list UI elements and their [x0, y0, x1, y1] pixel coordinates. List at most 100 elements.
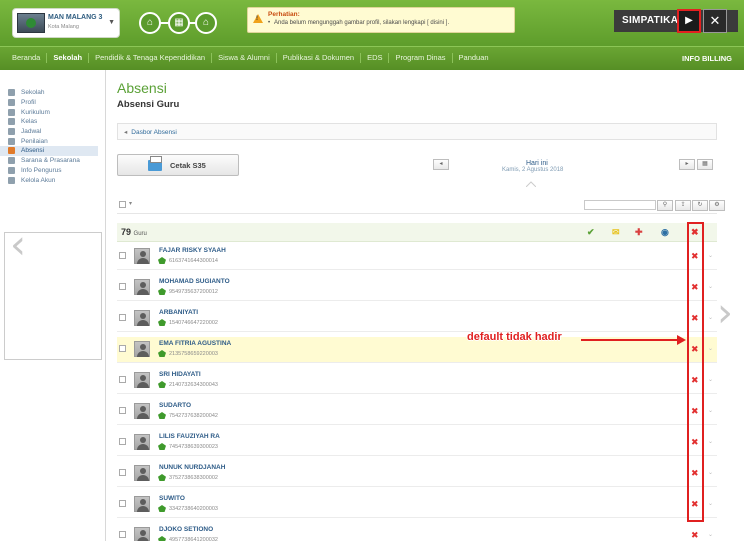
chevron-down-icon[interactable]: ⌄ — [708, 500, 713, 507]
school-city: Kota Malang — [48, 24, 79, 30]
sidebar-item-sekolah[interactable]: Sekolah — [8, 88, 98, 98]
teacher-name[interactable]: FAJAR RISKY SYAAH — [159, 247, 226, 254]
sidebar-item-penilaian[interactable]: Penilaian — [8, 136, 98, 146]
row-checkbox[interactable] — [119, 252, 126, 259]
search-input[interactable] — [584, 200, 656, 210]
sidebar-item-profil[interactable]: Profil — [8, 98, 98, 108]
chevron-down-icon[interactable]: ⌄ — [708, 376, 713, 383]
school-icon[interactable]: ⌂ — [139, 12, 161, 34]
teacher-name[interactable]: ARBANIYATI — [159, 309, 198, 316]
permission-icon[interactable]: ✉ — [612, 227, 620, 238]
nav-item-siswa[interactable]: Siswa & Alumni — [212, 53, 277, 63]
sidebar-item-kurikulum[interactable]: Kurikulum — [8, 107, 98, 117]
chevron-down-icon[interactable]: ⌄ — [708, 438, 713, 445]
teacher-name[interactable]: EMA FITRIA AGUSTINA — [159, 340, 231, 347]
chevron-right-icon[interactable]: › — [717, 290, 733, 336]
nav-item-program-dinas[interactable]: Program Dinas — [389, 53, 453, 63]
teacher-row[interactable]: MOHAMAD SUGIANTO 9549735637200012 ✖ ⌄ — [117, 275, 717, 301]
building-icon — [8, 157, 15, 165]
row-checkbox[interactable] — [119, 314, 126, 321]
search-icon[interactable]: ⚲ — [657, 200, 673, 211]
calendar-icon[interactable]: ▦ — [697, 159, 713, 170]
teacher-nip: 1540746647220002 — [169, 320, 218, 326]
info-billing-link[interactable]: INFO BILLING — [682, 54, 732, 63]
alert-message[interactable]: Anda belum mengunggah gambar profil, sil… — [268, 20, 449, 26]
page-subtitle: Absensi Guru — [117, 99, 180, 110]
teacher-row[interactable]: SUDARTO 7542737638200042 ✖ ⌄ — [117, 399, 717, 425]
teacher-row[interactable]: NUNUK NURDJANAH 3752738638300002 ✖ ⌄ — [117, 461, 717, 487]
teacher-row[interactable]: SRI HIDAYATI 2140732634300043 ✖ ⌄ — [117, 368, 717, 394]
chevron-down-icon[interactable]: ⌄ — [708, 345, 713, 352]
chevron-down-icon[interactable]: ⌄ — [708, 283, 713, 290]
next-day-button[interactable]: ▸ — [679, 159, 695, 170]
chevron-down-icon[interactable]: ▾ — [129, 200, 132, 207]
nav-item-publikasi[interactable]: Publikasi & Dokumen — [277, 53, 362, 63]
nav-item-eds[interactable]: EDS — [361, 53, 390, 63]
chevron-down-icon[interactable]: ⌄ — [708, 407, 713, 414]
teacher-name[interactable]: SUWITO — [159, 495, 185, 502]
chevron-left-icon[interactable]: ‹ — [10, 222, 26, 268]
sidebar-item-sarana[interactable]: Sarana & Prasarana — [8, 156, 98, 166]
row-checkbox[interactable] — [119, 283, 126, 290]
upload-icon[interactable]: ⇪ — [675, 200, 691, 211]
attendance-list-header: 79 Guru ✔ ✉ ✚ ◉ ✖ — [117, 223, 717, 242]
sick-icon[interactable]: ✚ — [635, 227, 643, 238]
breadcrumb-dasbor[interactable]: Dasbor Absensi — [124, 128, 177, 136]
row-checkbox[interactable] — [119, 376, 126, 383]
duty-icon[interactable]: ◉ — [661, 227, 669, 238]
teacher-row[interactable]: DJOKO SETIONO 4957738641200032 ✖ ⌄ — [117, 523, 717, 541]
teacher-row[interactable]: ARBANIYATI 1540746647220002 ✖ ⌄ — [117, 306, 717, 332]
calendar-icon — [8, 128, 15, 136]
teacher-name[interactable]: MOHAMAD SUGIANTO — [159, 278, 230, 285]
teacher-name[interactable]: SUDARTO — [159, 402, 191, 409]
row-checkbox[interactable] — [119, 407, 126, 414]
chevron-down-icon[interactable]: ⌄ — [708, 531, 713, 538]
teacher-row[interactable]: LILIS FAUZIYAH RA 7454738639300023 ✖ ⌄ — [117, 430, 717, 456]
book-icon — [8, 108, 15, 116]
sidebar-item-kelas[interactable]: Kelas — [8, 117, 98, 127]
row-checkbox[interactable] — [119, 345, 126, 352]
sidebar-item-absensi[interactable]: Absensi — [0, 146, 98, 156]
select-all-checkbox[interactable] — [119, 201, 126, 208]
home-icon[interactable]: ⌂ — [195, 12, 217, 34]
present-icon[interactable]: ✔ — [587, 227, 595, 238]
badge-icon — [158, 288, 166, 295]
prev-day-button[interactable]: ◂ — [433, 159, 449, 170]
teacher-name[interactable]: LILIS FAUZIYAH RA — [159, 433, 220, 440]
row-checkbox[interactable] — [119, 500, 126, 507]
print-s35-button[interactable]: Cetak S35 — [117, 154, 239, 176]
teacher-nip: 2140732634300043 — [169, 382, 218, 388]
gear-icon[interactable]: ⚙ — [709, 200, 725, 211]
sidebar-item-jadwal[interactable]: Jadwal — [8, 127, 98, 137]
chevron-down-icon[interactable]: ⌄ — [708, 469, 713, 476]
badge-icon — [158, 319, 166, 326]
close-icon[interactable]: ✕ — [703, 9, 727, 33]
teacher-row[interactable]: FAJAR RISKY SYAAH 6163741644300014 ✖ ⌄ — [117, 244, 717, 270]
nav-item-ptk[interactable]: Pendidik & Tenaga Kependidikan — [89, 53, 213, 63]
nav-item-beranda[interactable]: Beranda — [6, 53, 48, 63]
sidebar-item-pengurus[interactable]: Info Pengurus — [8, 166, 98, 176]
school-selector[interactable]: MAN MALANG 3 Kota Malang ▼ — [12, 8, 120, 38]
chevron-down-icon[interactable]: ⌄ — [708, 314, 713, 321]
avatar — [134, 341, 150, 357]
building-icon[interactable]: ▦ — [168, 12, 190, 34]
sidebar: Sekolah Profil Kurikulum Kelas Jadwal Pe… — [0, 70, 106, 541]
absent-mark-icon[interactable]: ✖ — [691, 531, 699, 541]
teacher-name[interactable]: DJOKO SETIONO — [159, 526, 213, 533]
chevron-down-icon[interactable]: ⌄ — [708, 252, 713, 259]
class-icon — [8, 118, 15, 126]
avatar — [134, 403, 150, 419]
nav-item-sekolah[interactable]: Sekolah — [47, 53, 90, 63]
sidebar-item-label: Absensi — [21, 147, 45, 155]
nav-item-panduan[interactable]: Panduan — [453, 53, 495, 63]
refresh-icon[interactable]: ↻ — [692, 200, 708, 211]
sidebar-item-akun[interactable]: Kelola Akun — [8, 175, 98, 185]
row-checkbox[interactable] — [119, 531, 126, 538]
teacher-name[interactable]: NUNUK NURDJANAH — [159, 464, 225, 471]
teacher-row[interactable]: SUWITO 3342738640200003 ✖ ⌄ — [117, 492, 717, 518]
row-checkbox[interactable] — [119, 469, 126, 476]
teacher-name[interactable]: SRI HIDAYATI — [159, 371, 201, 378]
row-checkbox[interactable] — [119, 438, 126, 445]
top-header: MAN MALANG 3 Kota Malang ▼ ⌂ ▦ ⌂ ! Perha… — [0, 0, 744, 46]
next-icon[interactable]: ▶ — [677, 9, 701, 33]
